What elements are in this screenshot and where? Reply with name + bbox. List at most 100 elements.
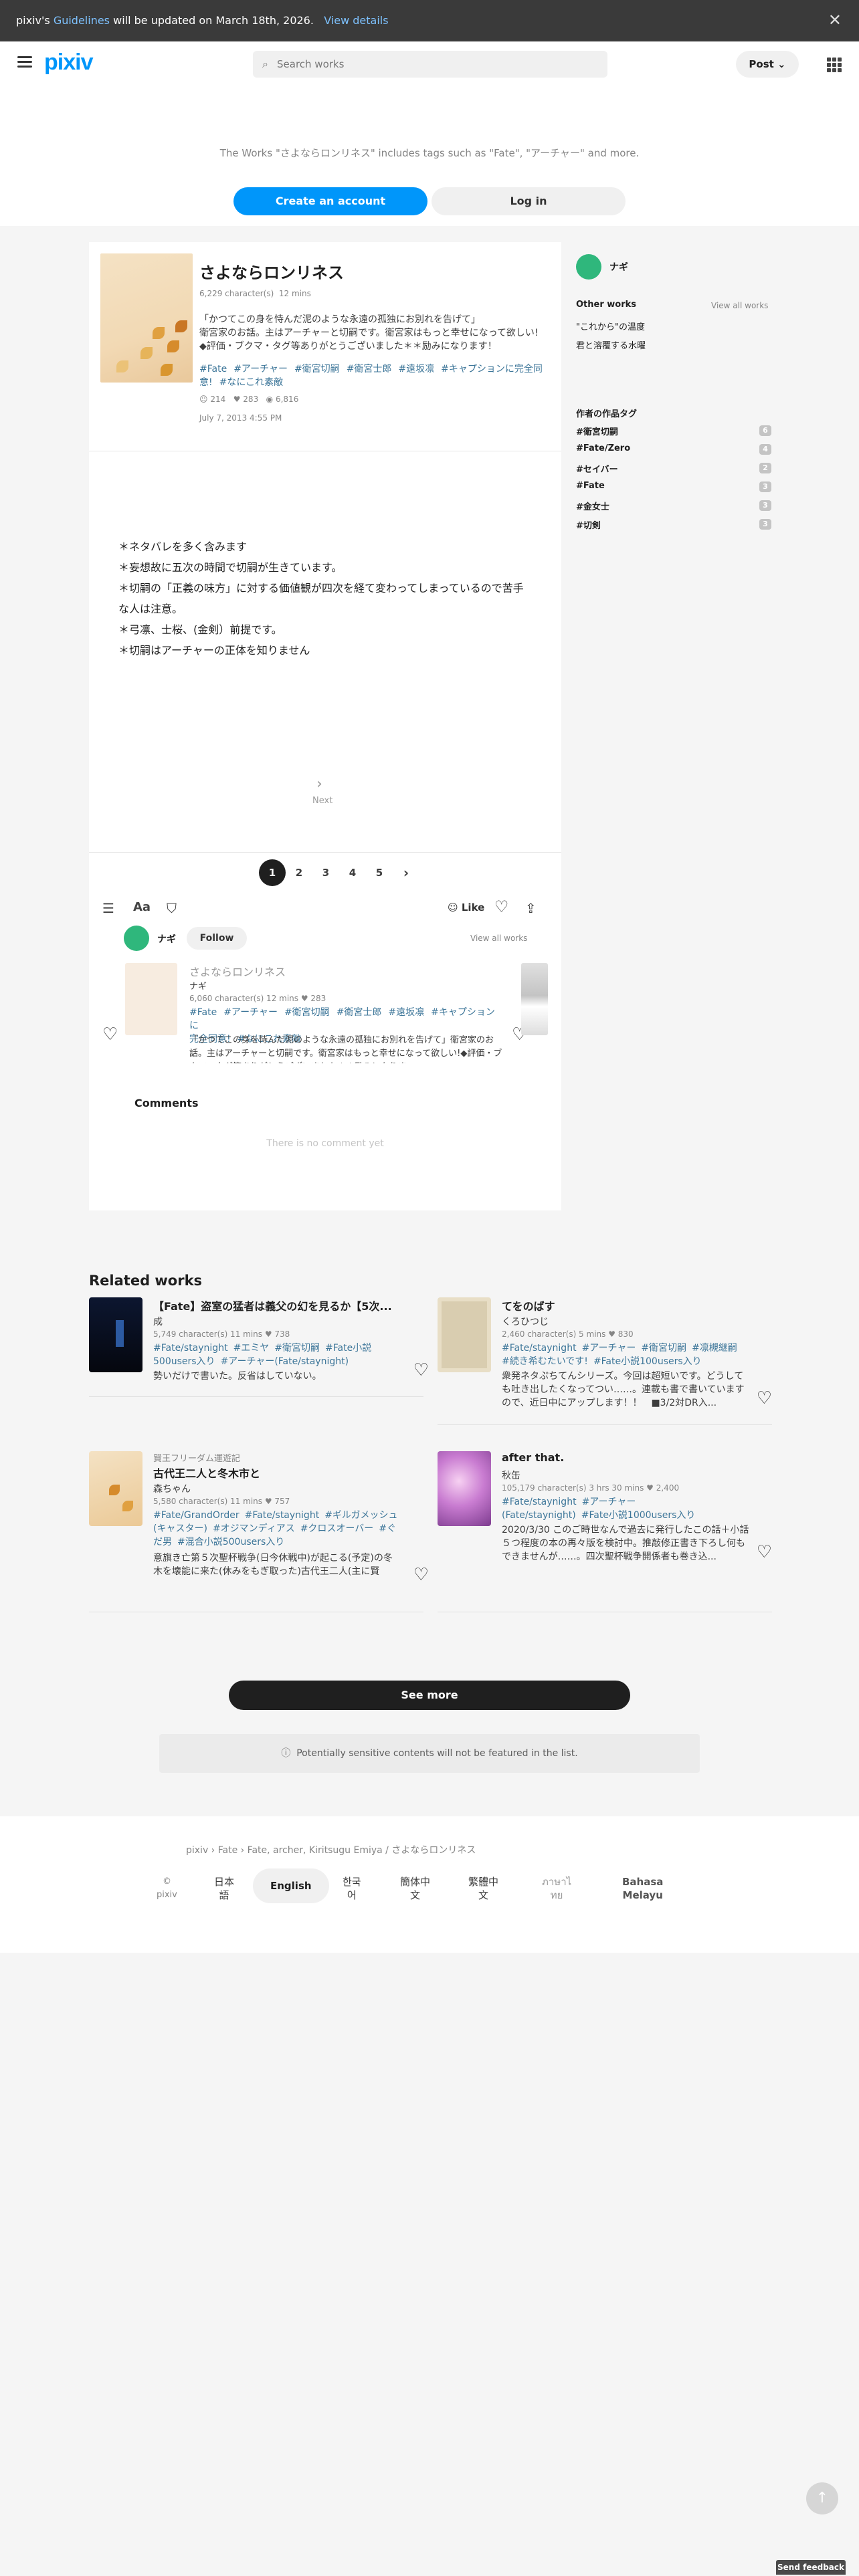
heart-outline-icon[interactable]: ♡ <box>494 897 509 916</box>
heart-outline-icon[interactable]: ♡ <box>413 1360 429 1380</box>
avatar[interactable] <box>576 254 601 280</box>
pixiv-logo[interactable]: pixiv <box>44 49 93 76</box>
language-thai[interactable]: ภาษาไ ทย <box>542 1875 571 1902</box>
guidelines-link[interactable]: Guidelines <box>54 14 110 27</box>
heart-outline-icon[interactable]: ♡ <box>757 1542 772 1562</box>
apps-grid-icon[interactable] <box>827 58 842 72</box>
avatar[interactable] <box>124 926 149 951</box>
related-author[interactable]: 森ちゃん <box>153 1482 191 1495</box>
tag[interactable]: #Fate/staynight <box>153 1343 228 1354</box>
related-thumbnail[interactable] <box>438 1451 491 1526</box>
tag[interactable]: #続き希むたいです! <box>502 1356 588 1367</box>
author-tag[interactable]: #切剣 3 <box>576 518 771 532</box>
tag[interactable]: #遠坂凛 <box>388 1007 424 1018</box>
tag[interactable]: #混合小説500users入り <box>177 1537 284 1547</box>
menu-icon[interactable] <box>17 56 32 68</box>
related-work-card[interactable]: after that. 秋缶 105,179 character(s) 3 hr… <box>438 1451 772 1612</box>
tag[interactable]: 500users入り <box>153 1356 215 1367</box>
author-tag[interactable]: #セイバー 2 <box>576 462 771 475</box>
tag[interactable]: #アーチャー(Fate/staynight) <box>221 1356 349 1367</box>
language-korean[interactable]: 한국 어 <box>343 1875 361 1902</box>
related-title[interactable]: 古代王二人と冬木市と <box>153 1465 394 1481</box>
tag[interactable]: #なにこれ素敵 <box>219 377 283 388</box>
table-of-contents-icon[interactable]: ☰ <box>102 900 114 916</box>
tag[interactable]: #Fate <box>199 364 227 374</box>
other-work-link[interactable]: "これから"の温度 <box>576 320 645 332</box>
language-malay[interactable]: Bahasa Melayu <box>622 1875 663 1902</box>
tag[interactable]: #衛宮士郎 <box>347 364 392 374</box>
page-4[interactable]: 4 <box>339 859 366 886</box>
novel-cover[interactable] <box>100 253 193 383</box>
create-account-button[interactable]: Create an account <box>233 187 427 215</box>
tag[interactable]: #クロスオーバー <box>300 1523 374 1534</box>
related-title[interactable]: 【Fate】盗室の猛者は義父の幻を見るか【5次... <box>153 1297 394 1313</box>
related-title[interactable]: てをのばす <box>502 1297 743 1313</box>
tag[interactable]: #衛宮切嗣 <box>284 1007 330 1018</box>
tag[interactable]: 意! <box>199 377 213 388</box>
tag[interactable]: #Fate/GrandOrder <box>153 1510 240 1521</box>
view-all-works-link[interactable]: View all works <box>470 934 527 943</box>
tag[interactable]: #Fate <box>189 1007 217 1018</box>
send-feedback-button[interactable]: Send feedback <box>776 2560 846 2575</box>
tag[interactable]: #Fate/staynight <box>502 1497 577 1507</box>
heart-outline-icon[interactable]: ♡ <box>413 1565 429 1585</box>
see-more-button[interactable]: See more <box>229 1681 630 1710</box>
series-title[interactable]: さよならロンリネス <box>189 963 286 979</box>
chevron-right-icon[interactable]: › <box>316 776 322 792</box>
like-button[interactable]: ☺ Like <box>448 901 484 914</box>
related-title[interactable]: after that. <box>502 1451 743 1464</box>
breadcrumb[interactable]: pixiv › Fate › Fate, archer, Kiritsugu E… <box>186 1843 476 1856</box>
tag[interactable]: #キャプションに完全同 <box>441 364 543 374</box>
tag[interactable]: #Fate小説 <box>325 1343 371 1354</box>
tag[interactable]: #Fate小説100users入り <box>593 1356 702 1367</box>
page-2[interactable]: 2 <box>286 859 312 886</box>
follow-button[interactable]: Follow <box>187 927 247 950</box>
page-3[interactable]: 3 <box>312 859 339 886</box>
share-icon[interactable]: ⇪ <box>525 900 537 916</box>
language-simplified-chinese[interactable]: 簡体中 文 <box>400 1875 430 1902</box>
view-details-link[interactable]: View details <box>324 14 388 27</box>
related-thumbnail[interactable] <box>89 1297 142 1372</box>
series-author[interactable]: ナギ <box>189 979 207 992</box>
related-author[interactable]: 成 <box>153 1315 163 1328</box>
language-traditional-chinese[interactable]: 繁體中 文 <box>468 1875 498 1902</box>
tag[interactable]: #アーチャー <box>223 1007 278 1018</box>
next-page-label[interactable]: Next <box>312 796 332 806</box>
tag[interactable]: #衛宮士郎 <box>337 1007 382 1018</box>
heart-outline-icon[interactable]: ♡ <box>757 1388 772 1408</box>
tag[interactable]: (Fate/staynight) <box>502 1510 576 1521</box>
font-settings-icon[interactable]: Aa <box>133 900 151 914</box>
related-author[interactable]: 秋缶 <box>502 1469 520 1482</box>
author-tag[interactable]: #衛宮切嗣 6 <box>576 425 771 438</box>
author-name[interactable]: ナギ <box>157 932 176 946</box>
series-thumbnail[interactable] <box>125 963 177 1035</box>
related-work-card[interactable]: 賢王フリーダム運遊記 古代王二人と冬木市と 森ちゃん 5,580 charact… <box>89 1451 429 1612</box>
close-icon[interactable]: ✕ <box>828 11 842 29</box>
related-author[interactable]: くろひつじ <box>502 1315 549 1328</box>
heart-outline-icon[interactable]: ♡ <box>102 1025 118 1045</box>
related-thumbnail[interactable] <box>438 1297 491 1372</box>
author-tag[interactable]: #Fate 3 <box>576 481 771 494</box>
language-english[interactable]: English <box>253 1868 329 1903</box>
tag[interactable]: #衛宮切嗣 <box>641 1343 686 1354</box>
scroll-to-top-icon[interactable]: ↑ <box>806 2482 838 2514</box>
search-input[interactable]: ⌕ Search works <box>253 51 607 78</box>
language-japanese[interactable]: 日本 語 <box>214 1875 234 1902</box>
tag[interactable]: #Fate/staynight <box>245 1510 320 1521</box>
author-name[interactable]: ナギ <box>609 260 628 274</box>
related-work-card[interactable]: 【Fate】盗室の猛者は義父の幻を見るか【5次... 成 5,749 chara… <box>89 1297 429 1431</box>
tag[interactable]: #エミヤ <box>233 1343 270 1354</box>
other-work-link[interactable]: 君と溶覆する水曜 <box>576 338 646 351</box>
tag[interactable]: #遠坂凛 <box>398 364 434 374</box>
tag[interactable]: #Fate/staynight <box>502 1343 577 1354</box>
view-all-works-link[interactable]: View all works <box>711 301 768 310</box>
related-work-card[interactable]: てをのばす くろひつじ 2,460 character(s) 5 mins ♥ … <box>438 1297 772 1431</box>
tag[interactable]: #凛槻継嗣 <box>692 1343 737 1354</box>
next-series-thumbnail[interactable] <box>521 963 548 1035</box>
tag[interactable]: #衛宮切嗣 <box>274 1343 320 1354</box>
tag[interactable]: #アーチャー <box>233 364 288 374</box>
tag[interactable]: #アーチャー <box>582 1343 636 1354</box>
author-tag[interactable]: #金女士 3 <box>576 500 771 513</box>
related-thumbnail[interactable] <box>89 1451 142 1526</box>
post-button[interactable]: Post ⌄ <box>736 51 799 78</box>
